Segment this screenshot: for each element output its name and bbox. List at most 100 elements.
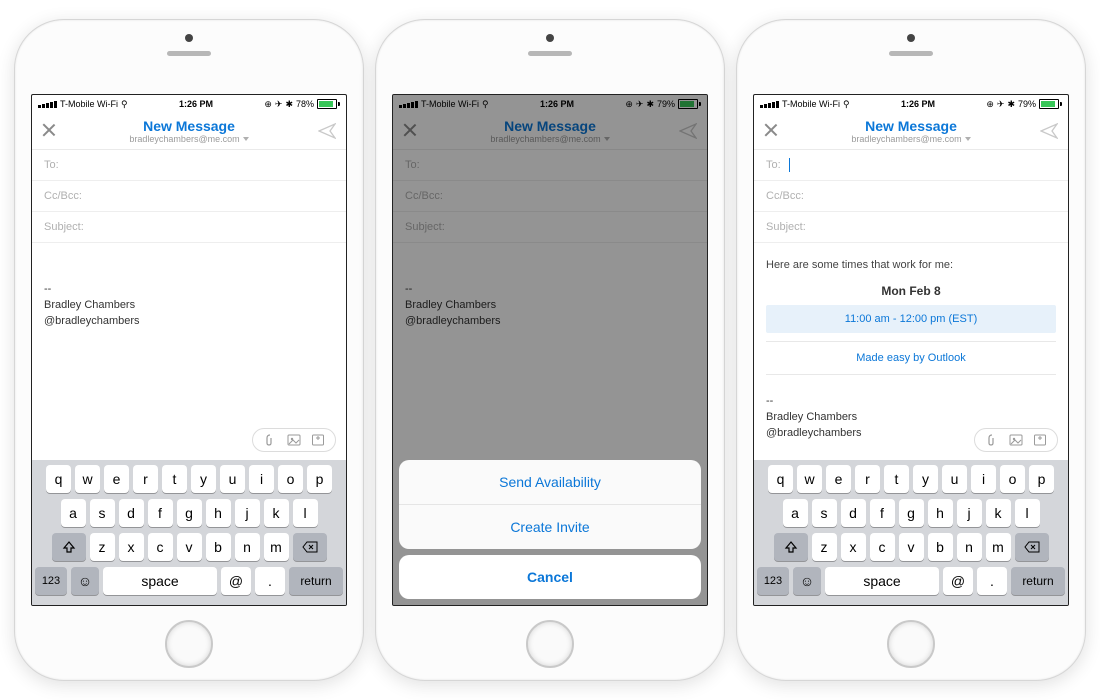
key-t[interactable]: t <box>884 465 909 493</box>
subject-field[interactable]: Subject: <box>32 212 346 243</box>
key-p[interactable]: p <box>307 465 332 493</box>
period-key[interactable]: . <box>977 567 1007 595</box>
key-m[interactable]: m <box>264 533 289 561</box>
key-w[interactable]: w <box>75 465 100 493</box>
cc-bcc-field[interactable]: Cc/Bcc: <box>754 181 1068 212</box>
key-a[interactable]: a <box>61 499 86 527</box>
key-q[interactable]: q <box>768 465 793 493</box>
key-n[interactable]: n <box>957 533 982 561</box>
key-f[interactable]: f <box>870 499 895 527</box>
numbers-key[interactable]: 123 <box>757 567 789 595</box>
key-z[interactable]: z <box>812 533 837 561</box>
key-r[interactable]: r <box>133 465 158 493</box>
return-key[interactable]: return <box>1011 567 1065 595</box>
key-c[interactable]: c <box>148 533 173 561</box>
message-body[interactable]: -- Bradley Chambers @bradleychambers <box>32 243 346 460</box>
key-d[interactable]: d <box>841 499 866 527</box>
key-x[interactable]: x <box>841 533 866 561</box>
key-x[interactable]: x <box>119 533 144 561</box>
key-w[interactable]: w <box>797 465 822 493</box>
close-button[interactable] <box>764 123 778 137</box>
key-r[interactable]: r <box>855 465 880 493</box>
home-button[interactable] <box>165 620 213 668</box>
backspace-key[interactable] <box>1015 533 1049 561</box>
key-u[interactable]: u <box>220 465 245 493</box>
send-button[interactable] <box>1040 123 1058 139</box>
action-sheet-scrim[interactable]: Send Availability Create Invite Cancel <box>393 95 707 605</box>
key-d[interactable]: d <box>119 499 144 527</box>
cancel-button[interactable]: Cancel <box>399 555 701 599</box>
keyboard: qwertyuiop asdfghjkl zxcvbnm 123 ☺ space… <box>32 460 346 605</box>
calendar-icon[interactable] <box>1033 433 1047 447</box>
key-i[interactable]: i <box>249 465 274 493</box>
period-key[interactable]: . <box>255 567 285 595</box>
photo-icon[interactable] <box>1009 433 1023 447</box>
key-i[interactable]: i <box>971 465 996 493</box>
key-l[interactable]: l <box>1015 499 1040 527</box>
key-g[interactable]: g <box>899 499 924 527</box>
key-j[interactable]: j <box>235 499 260 527</box>
numbers-key[interactable]: 123 <box>35 567 67 595</box>
key-a[interactable]: a <box>783 499 808 527</box>
return-key[interactable]: return <box>289 567 343 595</box>
subject-field[interactable]: Subject: <box>754 212 1068 243</box>
account-picker[interactable]: bradleychambers@me.com <box>851 134 970 144</box>
key-y[interactable]: y <box>191 465 216 493</box>
key-e[interactable]: e <box>826 465 851 493</box>
key-s[interactable]: s <box>812 499 837 527</box>
key-m[interactable]: m <box>986 533 1011 561</box>
key-y[interactable]: y <box>913 465 938 493</box>
key-q[interactable]: q <box>46 465 71 493</box>
key-f[interactable]: f <box>148 499 173 527</box>
key-j[interactable]: j <box>957 499 982 527</box>
key-e[interactable]: e <box>104 465 129 493</box>
account-picker[interactable]: bradleychambers@me.com <box>129 134 248 144</box>
home-button[interactable] <box>526 620 574 668</box>
key-k[interactable]: k <box>986 499 1011 527</box>
key-v[interactable]: v <box>899 533 924 561</box>
availability-link[interactable]: Made easy by Outlook <box>766 350 1056 366</box>
message-body[interactable]: Here are some times that work for me: Mo… <box>754 243 1068 460</box>
emoji-key[interactable]: ☺ <box>71 567 99 595</box>
phone-2: T-Mobile Wi-Fi⚲ 1:26 PM ⊕✈︎✱79% New Mess… <box>375 19 725 681</box>
space-key[interactable]: space <box>103 567 217 595</box>
at-key[interactable]: @ <box>221 567 251 595</box>
key-o[interactable]: o <box>1000 465 1025 493</box>
key-c[interactable]: c <box>870 533 895 561</box>
at-key[interactable]: @ <box>943 567 973 595</box>
key-o[interactable]: o <box>278 465 303 493</box>
send-availability-button[interactable]: Send Availability <box>399 460 701 504</box>
attach-icon[interactable] <box>263 433 277 447</box>
home-button[interactable] <box>887 620 935 668</box>
calendar-icon[interactable] <box>311 433 325 447</box>
key-v[interactable]: v <box>177 533 202 561</box>
shift-key[interactable] <box>774 533 808 561</box>
cc-bcc-field[interactable]: Cc/Bcc: <box>32 181 346 212</box>
backspace-key[interactable] <box>293 533 327 561</box>
key-g[interactable]: g <box>177 499 202 527</box>
close-button[interactable] <box>42 123 56 137</box>
key-t[interactable]: t <box>162 465 187 493</box>
shift-key[interactable] <box>52 533 86 561</box>
create-invite-button[interactable]: Create Invite <box>399 504 701 549</box>
key-u[interactable]: u <box>942 465 967 493</box>
key-b[interactable]: b <box>928 533 953 561</box>
key-b[interactable]: b <box>206 533 231 561</box>
availability-slot[interactable]: 11:00 am - 12:00 pm (EST) <box>766 305 1056 333</box>
key-h[interactable]: h <box>206 499 231 527</box>
key-s[interactable]: s <box>90 499 115 527</box>
photo-icon[interactable] <box>287 433 301 447</box>
key-l[interactable]: l <box>293 499 318 527</box>
emoji-key[interactable]: ☺ <box>793 567 821 595</box>
key-z[interactable]: z <box>90 533 115 561</box>
space-key[interactable]: space <box>825 567 939 595</box>
key-k[interactable]: k <box>264 499 289 527</box>
attach-icon[interactable] <box>985 433 999 447</box>
to-field[interactable]: To: <box>754 150 1068 181</box>
key-n[interactable]: n <box>235 533 260 561</box>
to-field[interactable]: To: <box>32 150 346 181</box>
key-h[interactable]: h <box>928 499 953 527</box>
key-p[interactable]: p <box>1029 465 1054 493</box>
send-button[interactable] <box>318 123 336 139</box>
availability-block: Here are some times that work for me: Mo… <box>766 257 1056 375</box>
